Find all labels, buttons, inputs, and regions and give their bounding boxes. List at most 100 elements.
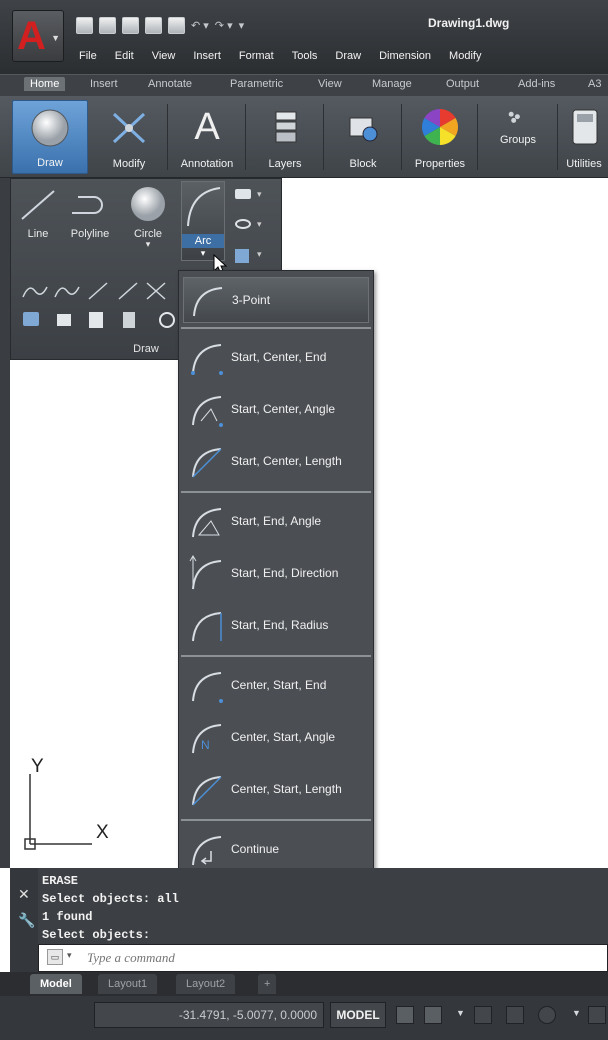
ucs-y-label: Y bbox=[31, 756, 44, 777]
title-bar: A ▼ ↶ ▾ ↷ ▾ ▾ Drawing1.dwg File Edit Vie… bbox=[0, 0, 608, 74]
menu-modify[interactable]: Modify bbox=[440, 50, 490, 62]
arc-start-center-angle[interactable]: Start, Center, Angle bbox=[183, 387, 369, 433]
arc-start-end-radius[interactable]: Start, End, Radius bbox=[183, 603, 369, 649]
wrench-icon[interactable]: 🔧 bbox=[18, 912, 35, 929]
tab-layout1[interactable]: Layout1 bbox=[98, 974, 158, 994]
customize-toolbar-icon[interactable]: ▾ bbox=[239, 19, 245, 32]
undo-icon[interactable]: ↶ ▾ bbox=[191, 19, 209, 32]
polyline-tool[interactable]: Polyline bbox=[63, 187, 117, 240]
text-a-icon: A bbox=[194, 106, 220, 148]
menu-edit[interactable]: Edit bbox=[106, 50, 143, 62]
menu-file[interactable]: File bbox=[70, 50, 106, 62]
line-tool[interactable]: Line bbox=[15, 187, 61, 240]
ribbon-properties-button[interactable]: Properties bbox=[402, 100, 478, 174]
arc-start-center-end[interactable]: Start, Center, End bbox=[183, 335, 369, 381]
ribbon-groups-label: Groups bbox=[499, 134, 537, 146]
snap-icon[interactable] bbox=[424, 1006, 442, 1024]
tab-annotate[interactable]: Annotate bbox=[148, 78, 192, 90]
chevron-down-icon[interactable]: ▾ bbox=[67, 950, 72, 961]
isodraft-icon[interactable] bbox=[588, 1006, 606, 1024]
arc-continue[interactable]: Continue bbox=[183, 827, 369, 873]
redo-icon[interactable]: ↷ ▾ bbox=[215, 19, 233, 32]
ortho-icon[interactable] bbox=[506, 1006, 524, 1024]
layers-icon bbox=[275, 111, 297, 143]
command-history-line: Select objects: all bbox=[42, 892, 179, 906]
menu-draw[interactable]: Draw bbox=[326, 50, 370, 62]
menu-view[interactable]: View bbox=[143, 50, 185, 62]
model-space-button[interactable]: MODEL bbox=[330, 1002, 386, 1028]
groups-icon bbox=[508, 111, 520, 123]
command-history-line: 1 found bbox=[42, 910, 93, 924]
left-frame bbox=[0, 178, 10, 868]
arc-center-start-end[interactable]: Center, Start, End bbox=[183, 663, 369, 709]
arc-start-end-angle-label: Start, End, Angle bbox=[231, 514, 322, 528]
tab-model[interactable]: Model bbox=[30, 974, 82, 994]
ribbon-block-button[interactable]: Block bbox=[324, 100, 402, 174]
tab-layout2[interactable]: Layout2 bbox=[176, 974, 236, 994]
ucs-x-label: X bbox=[96, 822, 109, 843]
arc-start-end-direction-label: Start, End, Direction bbox=[231, 566, 339, 580]
open-folder-icon[interactable] bbox=[99, 16, 116, 34]
tab-manage[interactable]: Manage bbox=[372, 78, 412, 90]
polar-tracking-icon[interactable] bbox=[538, 1006, 556, 1024]
ribbon-properties-label: Properties bbox=[414, 158, 466, 170]
tab-view[interactable]: View bbox=[318, 78, 342, 90]
arc-tool[interactable]: Arc ▾ bbox=[181, 181, 225, 261]
arc-start-center-length-label: Start, Center, Length bbox=[231, 454, 342, 468]
infer-constraints-icon[interactable] bbox=[474, 1006, 492, 1024]
arc-start-center-angle-label: Start, Center, Angle bbox=[231, 402, 336, 416]
ribbon-annotation-button[interactable]: A Annotation bbox=[168, 100, 246, 174]
save-icon[interactable] bbox=[122, 16, 139, 34]
tab-insert[interactable]: Insert bbox=[90, 78, 118, 90]
menu-dimension[interactable]: Dimension bbox=[370, 50, 440, 62]
arc-start-center-length[interactable]: Start, Center, Length bbox=[183, 439, 369, 485]
arc-start-end-direction[interactable]: Start, End, Direction bbox=[183, 551, 369, 597]
tab-output[interactable]: Output bbox=[446, 78, 479, 90]
tab-home[interactable]: Home bbox=[24, 77, 66, 91]
arc-icon bbox=[187, 187, 221, 227]
grid-icon[interactable] bbox=[396, 1006, 414, 1024]
chevron-down-icon: ▼ bbox=[51, 33, 60, 43]
chevron-down-icon[interactable]: ▾ bbox=[123, 240, 173, 249]
chevron-down-icon[interactable]: ▾ bbox=[257, 189, 271, 203]
tab-a360[interactable]: A3 bbox=[588, 78, 601, 90]
line-icon bbox=[21, 190, 55, 220]
arc-center-start-length[interactable]: Center, Start, Length bbox=[183, 767, 369, 813]
hatch-icon[interactable] bbox=[235, 249, 249, 263]
command-prompt-icon[interactable]: ▭ bbox=[47, 949, 63, 965]
arc-3-point[interactable]: 3-Point bbox=[183, 277, 369, 323]
ribbon-layers-button[interactable]: Layers bbox=[246, 100, 324, 174]
ribbon-utilities-button[interactable]: Utilities bbox=[560, 100, 608, 174]
line-label: Line bbox=[27, 228, 49, 240]
application-menu-button[interactable]: A ▼ bbox=[12, 10, 64, 62]
modify-icon bbox=[112, 112, 146, 144]
menu-insert[interactable]: Insert bbox=[184, 50, 230, 62]
arc-start-end-angle[interactable]: Start, End, Angle bbox=[183, 499, 369, 545]
ribbon-modify-button[interactable]: Modify bbox=[90, 100, 168, 174]
ribbon-groups-button[interactable]: Groups bbox=[478, 100, 558, 174]
tab-add-ins[interactable]: Add-ins bbox=[518, 78, 555, 90]
menu-format[interactable]: Format bbox=[230, 50, 283, 62]
command-window-side: ✕ 🔧 bbox=[10, 868, 38, 972]
add-layout-button[interactable]: + bbox=[258, 974, 277, 994]
new-file-icon[interactable] bbox=[76, 16, 93, 34]
close-icon[interactable]: ✕ bbox=[18, 886, 30, 903]
chevron-down-icon[interactable]: ▾ bbox=[257, 249, 271, 263]
circle-tool[interactable]: Circle ▾ bbox=[123, 185, 173, 249]
menu-tools[interactable]: Tools bbox=[283, 50, 327, 62]
arc-start-center-length-icon bbox=[192, 448, 222, 478]
arc-dropdown-menu: 3-Point Start, Center, End Start, Center… bbox=[178, 270, 374, 874]
tab-parametric[interactable]: Parametric bbox=[230, 78, 283, 90]
chevron-down-icon[interactable]: ▼ bbox=[456, 1008, 465, 1018]
rectangle-icon[interactable] bbox=[235, 189, 251, 199]
coordinate-readout[interactable]: -31.4791, -5.0077, 0.0000 bbox=[94, 1002, 324, 1028]
chevron-down-icon[interactable]: ▾ bbox=[257, 219, 271, 233]
ribbon-draw-button[interactable]: Draw bbox=[12, 100, 88, 174]
command-input[interactable] bbox=[87, 949, 587, 967]
print-icon[interactable] bbox=[168, 16, 185, 34]
save-as-icon[interactable] bbox=[145, 16, 162, 34]
ellipse-icon[interactable] bbox=[235, 219, 251, 229]
chevron-down-icon[interactable]: ▼ bbox=[572, 1008, 581, 1018]
arc-center-start-angle[interactable]: N Center, Start, Angle bbox=[183, 715, 369, 761]
menu-separator bbox=[181, 655, 371, 657]
